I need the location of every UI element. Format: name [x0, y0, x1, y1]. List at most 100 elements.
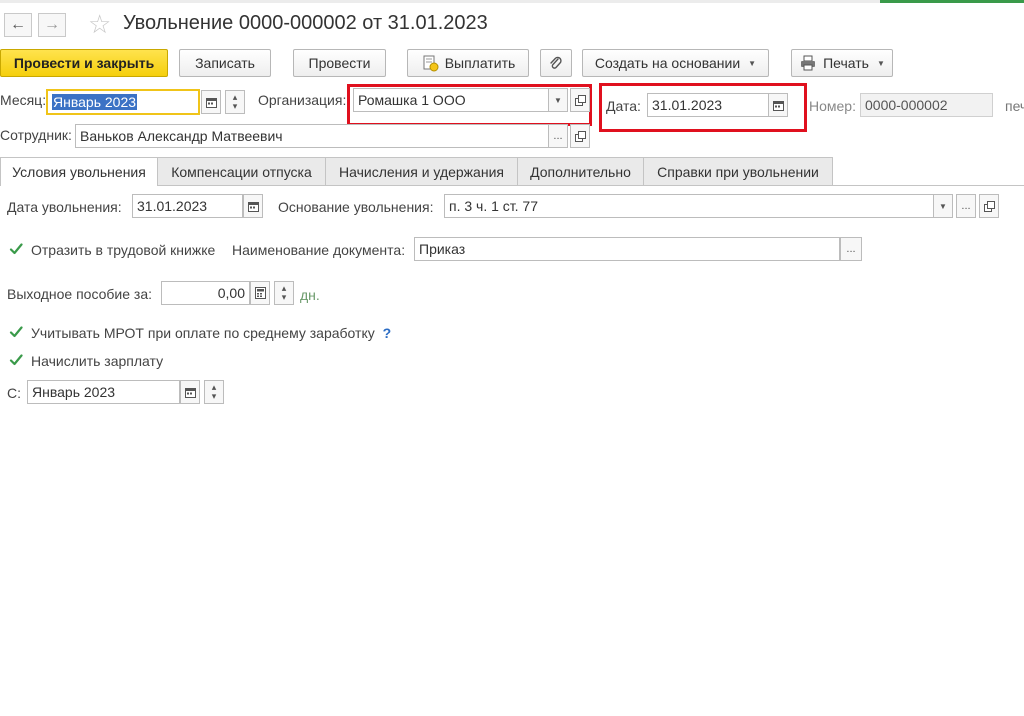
mrot-checkbox[interactable]	[9, 325, 23, 339]
open-icon	[574, 94, 586, 106]
chevron-down-icon: ▼	[748, 58, 757, 68]
checkmark-icon	[9, 242, 23, 256]
mrot-label-text: Учитывать МРОТ при оплате по среднему за…	[31, 325, 375, 341]
calendar-icon	[205, 97, 217, 108]
severance-value: 0,00	[217, 285, 245, 301]
number-input[interactable]: 0000-000002	[860, 93, 993, 117]
reflect-in-workbook-label[interactable]: Отразить в трудовой книжке	[31, 242, 215, 258]
number-value: 0000-000002	[865, 97, 948, 113]
month-input[interactable]: Январь 2023	[46, 89, 200, 115]
reflect-in-workbook-checkbox[interactable]	[9, 242, 23, 256]
forward-button[interactable]: →	[38, 13, 66, 37]
tab-additional[interactable]: Дополнительно	[517, 157, 644, 185]
severance-unit: дн.	[300, 287, 320, 303]
pay-icon	[421, 54, 439, 72]
save-label: Записать	[195, 55, 255, 71]
attach-button[interactable]	[540, 49, 572, 77]
top-strip	[0, 0, 880, 3]
ellipsis-icon: ...	[961, 200, 971, 212]
print-label: Печать	[823, 55, 869, 71]
chevron-down-icon: ▾	[232, 101, 238, 111]
accrue-salary-label[interactable]: Начислить зарплату	[31, 353, 163, 369]
print-hint-label: печ	[1005, 98, 1024, 114]
calendar-button[interactable]	[201, 90, 221, 114]
tab-label: Дополнительно	[530, 163, 631, 180]
document-name-value: Приказ	[419, 241, 466, 257]
tab-dismissal-conditions[interactable]: Условия увольнения	[0, 157, 158, 186]
dismissal-basis-dropdown-button[interactable]: ▼	[933, 194, 953, 218]
ellipsis-icon: ...	[846, 243, 856, 255]
dismissal-date-input[interactable]: 31.01.2023	[132, 194, 243, 218]
chevron-down-icon: ▾	[281, 292, 287, 302]
document-name-select-button[interactable]: ...	[840, 237, 862, 261]
calendar-icon	[772, 100, 784, 111]
chevron-down-icon: ▾	[211, 391, 217, 401]
severance-label: Выходное пособие за:	[7, 286, 153, 302]
tab-label: Условия увольнения	[12, 164, 146, 180]
calendar-icon	[184, 387, 196, 398]
dismissal-date-label: Дата увольнения:	[7, 199, 122, 215]
organization-value: Ромашка 1 ООО	[358, 92, 466, 108]
top-strip-accent	[880, 0, 1024, 3]
chevron-down-icon: ▼	[876, 58, 885, 68]
accrue-salary-checkbox[interactable]	[9, 353, 23, 367]
page-title: Увольнение 0000-000002 от 31.01.2023	[123, 12, 488, 34]
chevron-down-icon: ▼	[554, 95, 562, 105]
date-input[interactable]: 31.01.2023	[647, 93, 769, 117]
organization-dropdown-button[interactable]: ▼	[548, 88, 568, 112]
document-name-label: Наименование документа:	[232, 242, 406, 258]
arrow-right-icon: →	[44, 16, 60, 33]
document-name-input[interactable]: Приказ	[414, 237, 840, 261]
arrow-left-icon: ←	[10, 16, 26, 33]
chevron-down-icon: ▼	[939, 201, 947, 211]
printer-icon	[799, 55, 817, 71]
from-input[interactable]: Январь 2023	[27, 380, 180, 404]
create-based-on-button[interactable]: Создать на основании ▼	[582, 49, 769, 77]
employee-value: Ваньков Александр Матвеевич	[80, 128, 283, 144]
month-label: Месяц:	[0, 92, 47, 108]
pay-label: Выплатить	[444, 55, 516, 71]
organization-input[interactable]: Ромашка 1 ООО	[353, 88, 549, 112]
dismissal-basis-open-button[interactable]	[979, 194, 999, 218]
star-icon[interactable]: ☆	[88, 11, 111, 37]
calculator-button[interactable]	[250, 281, 270, 305]
severance-input[interactable]: 0,00	[161, 281, 250, 305]
from-spinner[interactable]: ▴ ▾	[204, 380, 224, 404]
dismissal-date-value: 31.01.2023	[137, 198, 208, 214]
dismissal-date-calendar-button[interactable]	[243, 194, 263, 218]
employee-input[interactable]: Ваньков Александр Матвеевич	[75, 124, 549, 148]
checkmark-icon	[9, 353, 23, 367]
open-icon	[983, 200, 995, 212]
from-calendar-button[interactable]	[180, 380, 200, 404]
dismissal-basis-input[interactable]: п. 3 ч. 1 ст. 77	[444, 194, 934, 218]
date-value: 31.01.2023	[652, 97, 723, 113]
dismissal-basis-select-button[interactable]: ...	[956, 194, 976, 218]
print-button[interactable]: Печать ▼	[791, 49, 893, 77]
tab-dismissal-certificates[interactable]: Справки при увольнении	[643, 157, 833, 185]
help-icon[interactable]: ?	[383, 325, 392, 341]
pay-button[interactable]: Выплатить	[407, 49, 529, 77]
mrot-label[interactable]: Учитывать МРОТ при оплате по среднему за…	[31, 325, 391, 341]
checkmark-icon	[9, 325, 23, 339]
calculator-icon	[254, 287, 266, 299]
tab-vacation-compensation[interactable]: Компенсации отпуска	[157, 157, 326, 185]
post-and-close-button[interactable]: Провести и закрыть	[0, 49, 168, 77]
severance-spinner[interactable]: ▴ ▾	[274, 281, 294, 305]
date-calendar-button[interactable]	[768, 93, 788, 117]
tab-label: Компенсации отпуска	[171, 163, 312, 180]
month-spinner[interactable]: ▴ ▾	[225, 90, 245, 114]
from-value: Январь 2023	[32, 384, 116, 400]
create-based-on-label: Создать на основании	[594, 55, 741, 71]
tab-accruals-deductions[interactable]: Начисления и удержания	[325, 157, 518, 185]
month-value: Январь 2023	[52, 94, 138, 110]
save-button[interactable]: Записать	[179, 49, 271, 77]
open-icon	[574, 130, 586, 142]
post-label: Провести	[308, 55, 371, 71]
organization-label: Организация:	[258, 92, 347, 108]
post-button[interactable]: Провести	[293, 49, 386, 77]
organization-open-button[interactable]	[570, 88, 590, 112]
employee-select-button[interactable]: ...	[548, 124, 568, 148]
employee-open-button[interactable]	[570, 124, 590, 148]
from-label: С:	[7, 385, 21, 401]
back-button[interactable]: ←	[4, 13, 32, 37]
